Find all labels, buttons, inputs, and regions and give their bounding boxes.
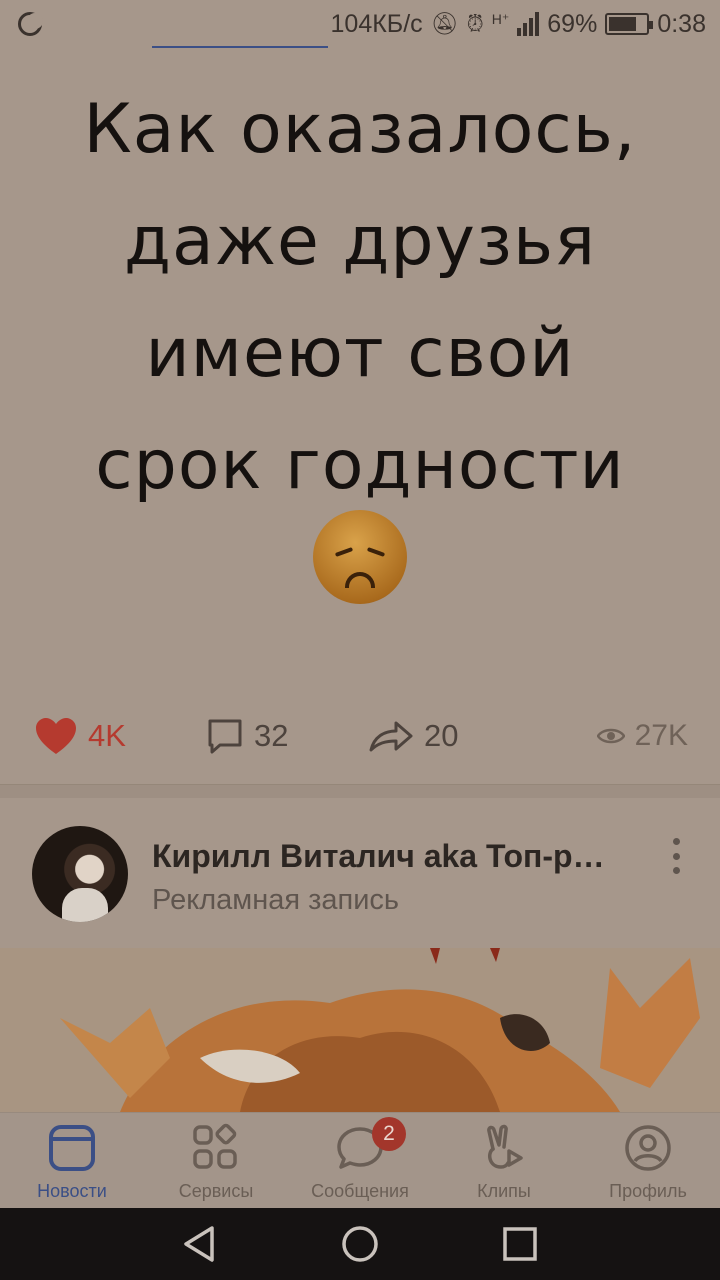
profile-icon xyxy=(625,1125,671,1171)
like-count: 4K xyxy=(88,718,126,753)
comment-count: 32 xyxy=(254,718,289,753)
share-icon xyxy=(369,721,413,752)
tab-services[interactable]: Сервисы xyxy=(144,1113,288,1209)
unread-badge: 2 xyxy=(372,1117,406,1151)
tab-label: Клипы xyxy=(477,1181,531,1201)
clock: 0:38 xyxy=(657,9,706,38)
meme-line: Как оказалось, xyxy=(83,90,637,169)
heart-icon xyxy=(36,718,76,754)
home-icon[interactable] xyxy=(340,1224,380,1264)
tab-profile[interactable]: Профиль xyxy=(576,1113,720,1209)
moon-icon xyxy=(18,12,43,36)
battery-percent: 69% xyxy=(547,9,598,38)
tab-messages[interactable]: 2 Сообщения xyxy=(288,1113,432,1209)
back-icon[interactable] xyxy=(180,1224,220,1264)
services-icon xyxy=(193,1123,237,1169)
signal-icon xyxy=(517,12,540,36)
system-nav-bar xyxy=(0,1208,720,1280)
meme-line: срок годности xyxy=(95,426,625,505)
ad-author-name[interactable]: Кирилл Виталич aka Топ-р… xyxy=(152,838,632,875)
share-button[interactable]: 20 xyxy=(368,708,458,764)
more-options-icon[interactable] xyxy=(664,838,688,874)
eye-icon xyxy=(596,728,625,744)
ad-label: Рекламная запись xyxy=(152,884,400,916)
share-count: 20 xyxy=(424,718,459,753)
post-card: Как оказалось, даже друзья имеют свой ср… xyxy=(0,74,720,784)
meme-line: даже друзья xyxy=(124,202,596,281)
mute-icon: 🔕︎ xyxy=(430,11,459,36)
comment-button[interactable]: 32 xyxy=(206,708,288,764)
battery-level xyxy=(609,17,636,31)
illustration-image xyxy=(0,948,720,1112)
ad-post-image[interactable] xyxy=(0,948,720,1112)
like-button[interactable]: 4K xyxy=(34,708,126,764)
news-icon xyxy=(49,1125,95,1171)
feed-tab-indicator xyxy=(152,46,328,48)
avatar[interactable] xyxy=(32,826,128,922)
tab-label: Профиль xyxy=(609,1181,687,1201)
view-count: 27K xyxy=(634,719,688,752)
clips-icon xyxy=(487,1124,523,1169)
feed-divider xyxy=(0,784,720,798)
network-type: H⁺ xyxy=(491,11,510,27)
status-indicators: 104КБ/с 🔕︎ ⏰︎ H⁺ 69% 0:38 xyxy=(331,9,706,39)
tab-news[interactable]: Новости xyxy=(0,1113,144,1209)
meme-line: имеют свой xyxy=(145,314,575,393)
post-actions: 4K 32 20 27K xyxy=(0,708,720,764)
alarm-icon: ⏰︎ xyxy=(466,11,484,36)
views-counter: 27K xyxy=(596,708,688,764)
bottom-tab-bar: Новости Сервисы 2 Сообщения Клипы Профил… xyxy=(0,1112,720,1208)
ad-post-header: Кирилл Виталич aka Топ-р… Рекламная запи… xyxy=(0,798,720,948)
recent-apps-icon[interactable] xyxy=(500,1224,540,1264)
network-speed: 104КБ/с xyxy=(330,9,423,38)
tab-label: Сообщения xyxy=(311,1181,409,1201)
meme-image-text[interactable]: Как оказалось, даже друзья имеют свой ср… xyxy=(0,74,720,522)
status-bar: 104КБ/с 🔕︎ ⏰︎ H⁺ 69% 0:38 xyxy=(0,0,720,48)
comment-icon xyxy=(208,719,242,754)
battery-icon xyxy=(605,13,654,35)
disappointed-face-emoji xyxy=(313,510,407,604)
tab-clips[interactable]: Клипы xyxy=(432,1113,576,1209)
tab-label: Сервисы xyxy=(178,1181,254,1201)
tab-label: Новости xyxy=(37,1181,107,1201)
